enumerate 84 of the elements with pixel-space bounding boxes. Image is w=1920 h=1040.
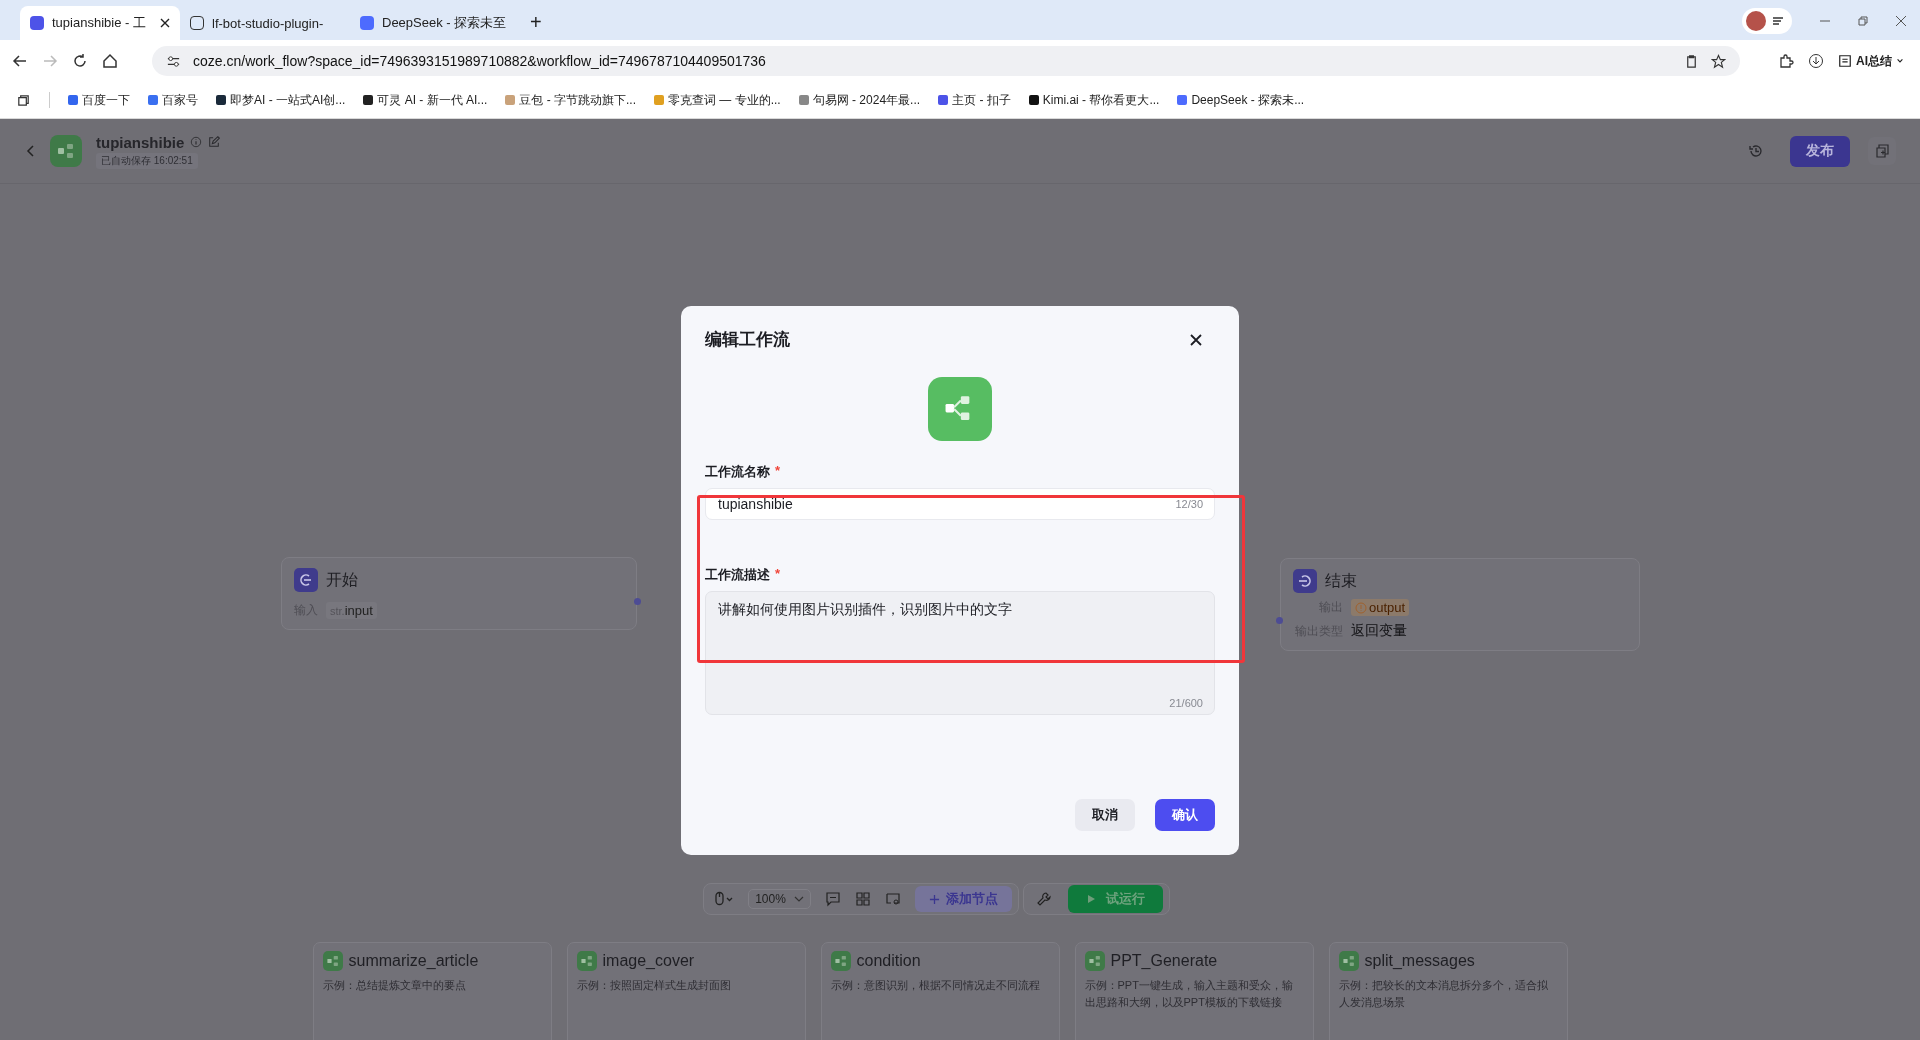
bookmark-item[interactable]: 可灵 AI - 新一代 AI... bbox=[363, 91, 488, 109]
bookmark-item[interactable]: 零克查词 — 专业的... bbox=[654, 91, 781, 109]
workflow-icon bbox=[1084, 951, 1105, 971]
cancel-button[interactable]: 取消 bbox=[1075, 799, 1135, 831]
bookmark-item[interactable]: 豆包 - 字节跳动旗下... bbox=[505, 91, 637, 109]
bookmark-item[interactable]: Kimi.ai - 帮你看更大... bbox=[1028, 91, 1160, 109]
play-icon bbox=[1085, 894, 1096, 904]
required-mark: * bbox=[775, 566, 781, 583]
chevron-down-icon bbox=[1896, 57, 1904, 65]
bookmark-item[interactable]: 主页 - 扣子 bbox=[938, 91, 1011, 109]
plus-icon bbox=[928, 893, 940, 905]
download-icon[interactable] bbox=[1808, 53, 1824, 69]
name-input-field[interactable]: tupianshibie 12/30 bbox=[705, 488, 1215, 520]
node-title: 结束 bbox=[1325, 570, 1357, 591]
bookmark-item[interactable]: 即梦AI - 一站式AI创... bbox=[216, 91, 346, 109]
browser-tab[interactable]: tupianshibie - 工 bbox=[20, 6, 180, 40]
edit-icon[interactable] bbox=[208, 136, 221, 148]
entry-icon bbox=[294, 568, 318, 592]
menu-icon bbox=[1772, 16, 1784, 26]
template-name: image_cover bbox=[602, 952, 695, 970]
clipboard-icon[interactable] bbox=[1684, 53, 1699, 69]
template-name: condition bbox=[856, 952, 921, 970]
reload-icon[interactable] bbox=[72, 53, 88, 69]
template-name: PPT_Generate bbox=[1110, 952, 1218, 970]
workflow-icon bbox=[1338, 951, 1359, 971]
close-icon[interactable] bbox=[1190, 333, 1202, 346]
confirm-button[interactable]: 确认 bbox=[1155, 799, 1215, 831]
publish-button[interactable]: 发布 bbox=[1790, 135, 1850, 167]
required-mark: * bbox=[775, 463, 781, 480]
template-description: 示例：总结提炼文章中的要点 bbox=[322, 978, 467, 993]
template-name: split_messages bbox=[1364, 952, 1475, 970]
workflow-icon bbox=[576, 951, 597, 971]
workflow-title: tupianshibie bbox=[96, 133, 185, 151]
workflow-icon bbox=[830, 951, 851, 971]
comment-icon[interactable] bbox=[824, 891, 841, 907]
node-title: 开始 bbox=[326, 569, 358, 590]
template-description: 示例：把较长的文本消息拆分多个，适合拟人发消息场景 bbox=[1338, 978, 1549, 1010]
copy-icon bbox=[1874, 143, 1890, 159]
exit-icon bbox=[1293, 569, 1317, 593]
site-icon bbox=[360, 16, 374, 30]
dialog-title: 编辑工作流 bbox=[705, 329, 790, 351]
close-icon[interactable] bbox=[160, 18, 170, 28]
forward-icon[interactable] bbox=[42, 53, 58, 69]
site-icon bbox=[30, 16, 44, 30]
field-value: 返回变量 bbox=[1351, 622, 1407, 640]
warning-icon bbox=[1355, 601, 1367, 614]
template-name: summarize_article bbox=[348, 952, 479, 970]
close-icon[interactable] bbox=[1895, 15, 1907, 27]
minimap-icon[interactable] bbox=[884, 891, 901, 907]
puzzle-icon[interactable] bbox=[1778, 53, 1794, 69]
workflow-logo-icon bbox=[50, 135, 82, 167]
field-label: 工作流描述 bbox=[705, 566, 770, 584]
template-description: 示例：按照固定样式生成封面图 bbox=[576, 978, 732, 993]
restore-icon[interactable] bbox=[1857, 15, 1869, 27]
star-icon[interactable] bbox=[1711, 53, 1726, 69]
description-text-area[interactable]: 讲解如何使用图片识别插件，识别图片中的文字 21/600 bbox=[705, 591, 1215, 715]
tabs-icon[interactable] bbox=[16, 92, 31, 108]
back-icon[interactable] bbox=[12, 53, 28, 69]
home-icon[interactable] bbox=[102, 53, 118, 69]
new-tab-button[interactable]: + bbox=[520, 11, 552, 40]
browser-tab[interactable]: lf-bot-studio-plugin- bbox=[180, 6, 350, 40]
bookmark-item[interactable]: 百度一下 bbox=[68, 91, 130, 109]
autosave-status: 已自动保存 16:02:51 bbox=[96, 152, 198, 169]
url-text: coze.cn/work_flow?space_id=7496393151989710882&workflow_id=7496787104409501736 bbox=[193, 53, 766, 69]
variable-warning-tag: output bbox=[1351, 599, 1410, 616]
document-icon bbox=[1838, 54, 1852, 68]
address-bar[interactable]: coze.cn/work_flow?space_id=7496393151989710882&workflow_id=7496787104409501736 bbox=[152, 46, 1740, 76]
copy-button[interactable] bbox=[1868, 137, 1896, 165]
grid-icon[interactable] bbox=[854, 891, 871, 907]
workflow-logo-icon[interactable] bbox=[928, 377, 992, 441]
bookmark-item[interactable]: 百家号 bbox=[148, 91, 198, 109]
field-label: 工作流名称 bbox=[705, 463, 770, 481]
mouse-icon[interactable] bbox=[714, 891, 735, 907]
workflow-icon bbox=[322, 951, 343, 971]
site-icon bbox=[190, 16, 204, 30]
sliders-icon[interactable] bbox=[166, 53, 181, 69]
bookmark-item[interactable]: 句易网 - 2024年最... bbox=[798, 91, 921, 109]
history-icon[interactable] bbox=[1748, 143, 1764, 159]
ai-summary-button[interactable]: AI总结 bbox=[1838, 52, 1904, 70]
browser-tab[interactable]: DeepSeek - 探索未至 bbox=[350, 6, 520, 40]
chevron-down-icon bbox=[793, 895, 804, 903]
bookmark-item[interactable]: DeepSeek - 探索未... bbox=[1177, 91, 1305, 109]
info-icon[interactable] bbox=[190, 136, 203, 148]
profile-button[interactable] bbox=[1742, 8, 1792, 34]
